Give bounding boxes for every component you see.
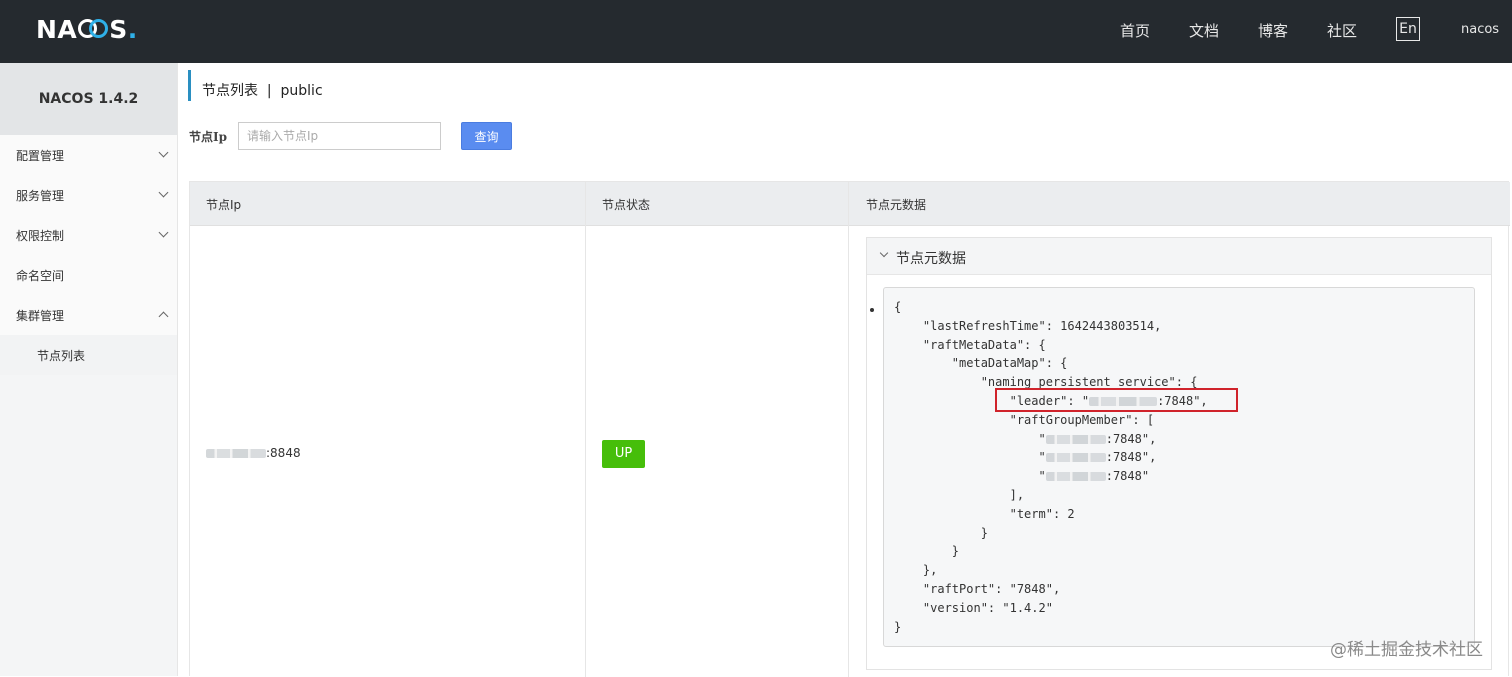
code-line: " (894, 469, 1046, 484)
code-line: "raftMetaData": { (894, 337, 1046, 352)
code-line: ], (894, 487, 1025, 502)
sidebar-item-config-management[interactable]: 配置管理 (0, 135, 177, 175)
chevron-up-icon (158, 311, 169, 322)
code-line: " (894, 431, 1046, 446)
node-ip-search-input[interactable] (238, 122, 441, 150)
column-header-node-ip: 节点Ip (206, 198, 242, 212)
chevron-down-icon (158, 227, 169, 238)
column-header-node-status: 节点状态 (602, 198, 651, 212)
nav-docs[interactable]: 文档 (1189, 20, 1219, 41)
node-ip-filter-label: 节点Ip (189, 130, 228, 144)
sidebar-item-namespace[interactable]: 命名空间 (0, 255, 177, 295)
chevron-down-icon (158, 147, 169, 158)
code-line: "term": 2 (894, 506, 1075, 521)
chevron-down-icon (158, 187, 169, 198)
redacted-ip (1045, 453, 1106, 463)
code-line: { (894, 300, 902, 314)
status-badge: UP (602, 440, 645, 468)
sidebar-subitem-label: 节点列表 (37, 348, 86, 363)
chevron-down-icon (879, 248, 889, 258)
user-name[interactable]: nacos (1461, 22, 1499, 37)
sidebar-item-label: 配置管理 (16, 148, 65, 163)
code-line: } (894, 619, 902, 634)
column-divider (848, 182, 849, 677)
table-header: 节点Ip 节点状态 节点元数据 (190, 182, 1510, 226)
redacted-ip (206, 449, 266, 458)
nav-blog[interactable]: 博客 (1258, 20, 1288, 41)
query-button[interactable]: 查询 (461, 122, 512, 150)
node-table: 节点Ip 节点状态 节点元数据 :8848 UP 节点元数据 { "lastRe… (189, 181, 1510, 677)
code-line-suffix: :7848" (1105, 469, 1150, 484)
code-line: "version": "1.4.2" (894, 600, 1053, 615)
code-line-suffix: :7848", (1105, 431, 1157, 446)
sidebar-item-label: 命名空间 (16, 268, 65, 283)
nav-home[interactable]: 首页 (1120, 20, 1150, 41)
list-bullet (870, 308, 874, 312)
title-accent-bar (188, 70, 191, 101)
column-header-node-metadata: 节点元数据 (866, 198, 927, 212)
metadata-json-code: { "lastRefreshTime": 1642443803514, "raf… (894, 298, 1208, 636)
metadata-json-viewer: { "lastRefreshTime": 1642443803514, "raf… (883, 287, 1475, 647)
node-metadata-panel: 节点元数据 { "lastRefreshTime": 1642443803514… (866, 237, 1492, 670)
sidebar-version-title: NACOS 1.4.2 (0, 63, 177, 135)
node-ip-port: :8848 (266, 446, 301, 460)
code-line: "raftPort": "7848", (894, 581, 1061, 596)
code-line-suffix: :7848", (1105, 450, 1157, 465)
code-line: " (894, 450, 1046, 465)
code-line: "lastRefreshTime": 1642443803514, (894, 318, 1162, 333)
watermark: @稀土掘金技术社区 (1330, 640, 1483, 660)
code-line: }, (894, 563, 938, 578)
leader-highlight-box (995, 388, 1238, 412)
redacted-ip (1045, 472, 1106, 482)
top-nav-bar: NA S. 首页 文档 博客 社区 En nacos (0, 0, 1512, 63)
code-line: "raftGroupMember": [ (894, 412, 1155, 427)
metadata-panel-title: 节点元数据 (896, 251, 966, 267)
sidebar-item-access-control[interactable]: 权限控制 (0, 215, 177, 255)
code-line: "metaDataMap": { (894, 356, 1068, 371)
node-ip-cell: :8848 (206, 446, 301, 460)
language-switch-button[interactable]: En (1396, 17, 1420, 41)
page-title: 节点列表 | public (202, 83, 323, 99)
code-line: } (894, 525, 988, 540)
sidebar-item-label: 服务管理 (16, 188, 65, 203)
sidebar-item-label: 权限控制 (16, 228, 65, 243)
sidebar: NACOS 1.4.2 配置管理 服务管理 权限控制 命名空间 集群管理 节点列… (0, 63, 178, 676)
sidebar-item-service-management[interactable]: 服务管理 (0, 175, 177, 215)
sidebar-item-cluster-management[interactable]: 集群管理 (0, 295, 177, 335)
sidebar-item-label: 集群管理 (16, 308, 65, 323)
redacted-ip (1045, 434, 1106, 444)
nacos-logo[interactable]: NA S. (36, 14, 138, 44)
nav-community[interactable]: 社区 (1327, 20, 1357, 41)
code-line: } (894, 544, 960, 559)
metadata-panel-header[interactable]: 节点元数据 (867, 238, 1491, 275)
sidebar-subitem-node-list[interactable]: 节点列表 (0, 335, 177, 375)
column-divider (585, 182, 586, 677)
